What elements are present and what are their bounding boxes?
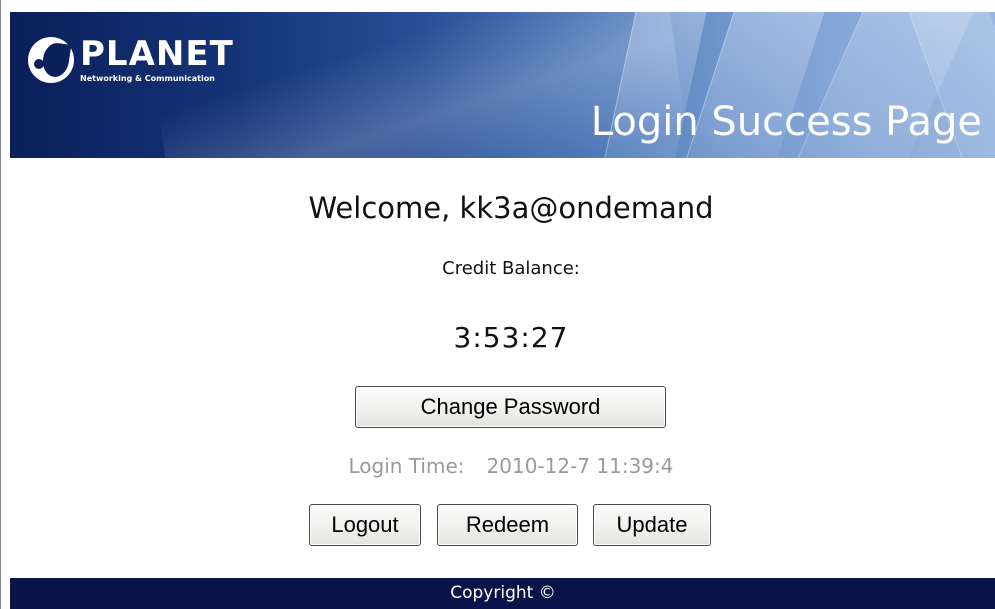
welcome-message: Welcome, kk3a@ondemand (308, 191, 714, 225)
logo-wordmark: PLANET (80, 34, 234, 74)
page-frame: PLANET Networking & Communication Login … (0, 0, 995, 609)
credit-balance-label: Credit Balance: (442, 258, 580, 279)
login-time-value: 2010-12-7 11:39:4 (486, 454, 674, 478)
planet-logo-icon (28, 37, 74, 83)
redeem-button[interactable]: Redeem (437, 504, 578, 546)
footer-bar: Copyright © (10, 578, 995, 609)
copyright-text: Copyright © (450, 583, 556, 603)
login-time-label: Login Time: (348, 454, 465, 478)
planet-logo: PLANET Networking & Communication (28, 30, 234, 90)
change-password-button[interactable]: Change Password (355, 386, 666, 428)
logo-text-group: PLANET Networking & Communication (80, 37, 234, 83)
logout-button[interactable]: Logout (309, 504, 421, 546)
credit-balance-value: 3:53:27 (453, 321, 569, 354)
update-button[interactable]: Update (593, 504, 711, 546)
main-content: Welcome, kk3a@ondemand Credit Balance: 3… (1, 158, 995, 578)
page-title: Login Success Page (590, 99, 982, 145)
logo-tagline: Networking & Communication (80, 74, 215, 83)
login-time: Login Time: 2010-12-7 11:39:4 (161, 454, 861, 478)
header-banner: PLANET Networking & Communication Login … (10, 12, 995, 158)
